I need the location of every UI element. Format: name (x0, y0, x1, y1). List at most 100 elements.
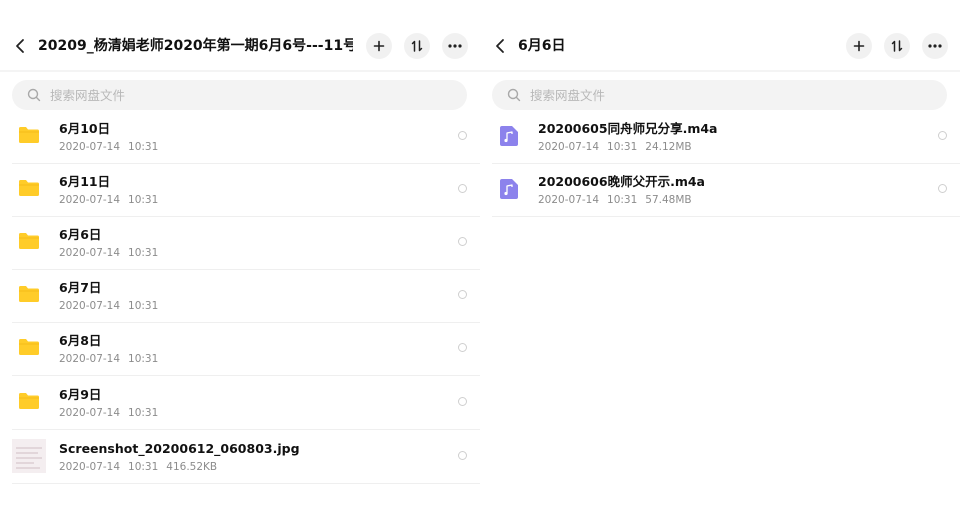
chevron-left-icon (496, 39, 504, 53)
item-meta: 2020-07-14 10:31 24.12MB (538, 140, 696, 154)
folder-icon (18, 337, 40, 361)
header: 20209_杨清娟老师2020年第一期6月6号---11号... (0, 0, 480, 70)
item-time: 10:31 (128, 300, 159, 312)
item-meta: 2020-07-14 10:31 57.48MB (538, 193, 696, 207)
item-name: 6月7日 (59, 280, 102, 295)
select-radio[interactable] (458, 343, 467, 352)
item-size: 24.12MB (645, 141, 692, 153)
select-radio[interactable] (458, 397, 467, 406)
folder-icon (18, 125, 40, 149)
list-item[interactable]: 6月7日 2020-07-14 10:31 (0, 270, 480, 323)
item-size: 416.52KB (166, 461, 218, 473)
item-date: 2020-07-14 (59, 461, 121, 473)
list-item[interactable]: 6月11日 2020-07-14 10:31 (0, 164, 480, 217)
row-divider (492, 216, 960, 217)
select-radio[interactable] (458, 237, 467, 246)
item-time: 10:31 (128, 141, 159, 153)
search-bar[interactable] (12, 80, 467, 110)
item-meta: 2020-07-14 10:31 (59, 299, 162, 313)
plus-icon (373, 40, 385, 52)
sort-icon (891, 40, 903, 52)
list-item[interactable]: Screenshot_20200612_060803.jpg 2020-07-1… (0, 431, 480, 484)
item-date: 2020-07-14 (59, 300, 121, 312)
more-button[interactable] (922, 33, 948, 59)
item-date: 2020-07-14 (59, 407, 121, 419)
folder-icon (18, 231, 40, 255)
item-time: 10:31 (128, 194, 159, 206)
list-item[interactable]: 6月10日 2020-07-14 10:31 (0, 111, 480, 164)
search-input[interactable] (48, 86, 432, 104)
sort-button[interactable] (884, 33, 910, 59)
chevron-left-icon (16, 39, 24, 53)
back-button[interactable] (12, 34, 30, 58)
item-name: 20200606晚师父开示.m4a (538, 174, 705, 189)
select-radio[interactable] (938, 184, 947, 193)
item-date: 2020-07-14 (538, 194, 600, 206)
select-radio[interactable] (938, 131, 947, 140)
row-divider (12, 429, 480, 430)
item-time: 10:31 (607, 141, 638, 153)
sort-icon (411, 40, 423, 52)
select-radio[interactable] (458, 451, 467, 460)
item-time: 10:31 (128, 247, 159, 259)
row-divider (12, 483, 480, 484)
list-item[interactable]: 6月9日 2020-07-14 10:31 (0, 377, 480, 430)
audio-file-icon (500, 179, 518, 203)
item-date: 2020-07-14 (59, 353, 121, 365)
header-divider (0, 70, 480, 72)
list-item[interactable]: 6月8日 2020-07-14 10:31 (0, 323, 480, 376)
image-thumbnail (12, 439, 46, 473)
item-name: 6月9日 (59, 387, 102, 402)
item-date: 2020-07-14 (59, 247, 121, 259)
select-radio[interactable] (458, 184, 467, 193)
item-name: 20200605同舟师兄分享.m4a (538, 121, 718, 136)
item-name: 6月10日 (59, 121, 111, 136)
more-icon (928, 44, 942, 48)
row-divider (12, 375, 480, 376)
select-radio[interactable] (458, 131, 467, 140)
item-date: 2020-07-14 (59, 194, 121, 206)
folder-icon (18, 391, 40, 415)
header: 6月6日 (480, 0, 960, 70)
select-radio[interactable] (458, 290, 467, 299)
item-meta: 2020-07-14 10:31 416.52KB (59, 460, 221, 474)
item-name: 6月11日 (59, 174, 111, 189)
page-title: 6月6日 (518, 38, 566, 54)
item-time: 10:31 (128, 461, 159, 473)
item-name: Screenshot_20200612_060803.jpg (59, 441, 300, 456)
item-time: 10:31 (128, 353, 159, 365)
item-meta: 2020-07-14 10:31 (59, 246, 162, 260)
search-bar[interactable] (492, 80, 947, 110)
item-date: 2020-07-14 (59, 141, 121, 153)
left-pane: 20209_杨清娟老师2020年第一期6月6号---11号... 6月10日 (0, 0, 480, 508)
header-divider (480, 70, 960, 72)
item-name: 6月8日 (59, 333, 102, 348)
item-size: 57.48MB (645, 194, 692, 206)
item-name: 6月6日 (59, 227, 102, 242)
more-button[interactable] (442, 33, 468, 59)
folder-icon (18, 284, 40, 308)
page-title: 20209_杨清娟老师2020年第一期6月6号---11号... (38, 38, 353, 54)
add-button[interactable] (846, 33, 872, 59)
list-item[interactable]: 20200605同舟师兄分享.m4a 2020-07-14 10:31 24.12M… (480, 111, 960, 164)
item-meta: 2020-07-14 10:31 (59, 352, 162, 366)
more-icon (448, 44, 462, 48)
audio-file-icon (500, 126, 518, 150)
item-meta: 2020-07-14 10:31 (59, 140, 162, 154)
item-time: 10:31 (128, 407, 159, 419)
item-meta: 2020-07-14 10:31 (59, 406, 162, 420)
item-meta: 2020-07-14 10:31 (59, 193, 162, 207)
list-item[interactable]: 6月6日 2020-07-14 10:31 (0, 217, 480, 270)
list-item[interactable]: 20200606晚师父开示.m4a 2020-07-14 10:31 57.48MB (480, 164, 960, 217)
search-icon (507, 88, 521, 102)
add-button[interactable] (366, 33, 392, 59)
right-pane: 6月6日 20200605同舟师兄分享.m4a 2020-07-1410:312 (480, 0, 960, 508)
search-icon (27, 88, 41, 102)
item-date: 2020-07-14 (538, 141, 600, 153)
item-time: 10:31 (607, 194, 638, 206)
sort-button[interactable] (404, 33, 430, 59)
folder-icon (18, 178, 40, 202)
search-input[interactable] (528, 86, 912, 104)
back-button[interactable] (492, 34, 510, 58)
plus-icon (853, 40, 865, 52)
